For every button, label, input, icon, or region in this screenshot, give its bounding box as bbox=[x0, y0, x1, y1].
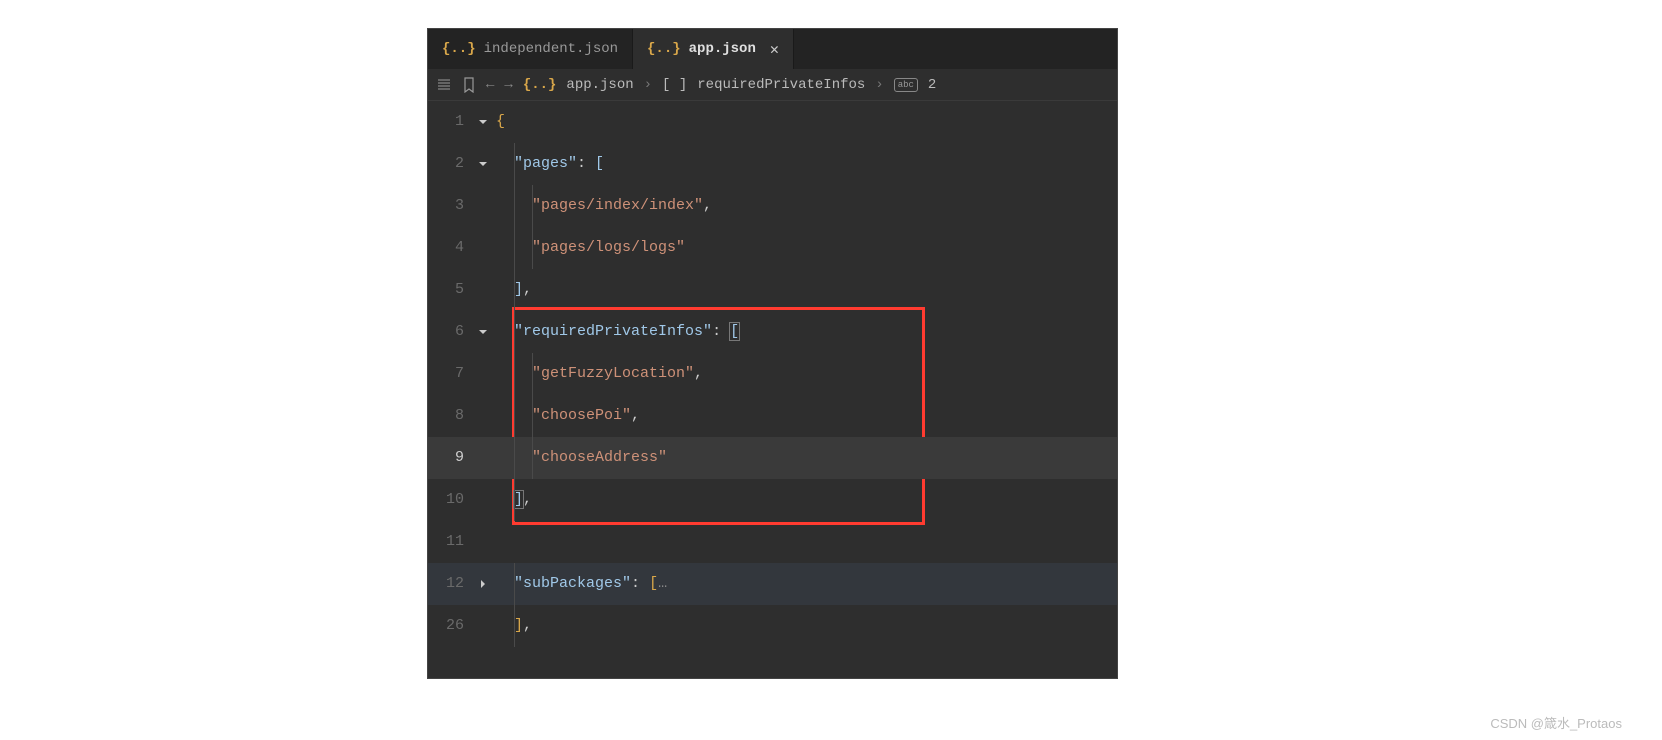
code-content: "pages/logs/logs" bbox=[496, 227, 685, 269]
fold-spacer bbox=[470, 269, 496, 311]
breadcrumb-array-icon: [ ] bbox=[662, 77, 687, 93]
tab-label: app.json bbox=[689, 41, 756, 57]
json-icon: {..} bbox=[647, 41, 681, 57]
tab-independent-json[interactable]: {..} independent.json bbox=[428, 29, 633, 69]
fold-spacer bbox=[470, 185, 496, 227]
line-number: 7 bbox=[428, 353, 470, 395]
tab-bar: {..} independent.json {..} app.json ✕ bbox=[428, 29, 1117, 69]
fold-expanded-icon[interactable] bbox=[470, 311, 496, 353]
line-number: 4 bbox=[428, 227, 470, 269]
fold-spacer bbox=[470, 437, 496, 479]
code-line[interactable]: 11 bbox=[428, 521, 1117, 563]
line-number: 10 bbox=[428, 479, 470, 521]
fold-expanded-icon[interactable] bbox=[470, 143, 496, 185]
bookmark-icon[interactable] bbox=[462, 77, 476, 93]
json-icon: {..} bbox=[523, 77, 557, 93]
fold-spacer bbox=[470, 227, 496, 269]
fold-spacer bbox=[470, 353, 496, 395]
fold-collapsed-icon[interactable] bbox=[470, 563, 496, 605]
code-content: "pages": [ bbox=[496, 143, 604, 185]
breadcrumb-segment[interactable]: requiredPrivateInfos bbox=[697, 77, 865, 93]
line-number: 11 bbox=[428, 521, 470, 563]
line-number: 12 bbox=[428, 563, 470, 605]
breadcrumb-segment[interactable]: 2 bbox=[928, 77, 936, 93]
nav-back-icon[interactable]: ← bbox=[486, 77, 494, 93]
chevron-right-icon: › bbox=[644, 77, 652, 93]
code-content: "subPackages": [… bbox=[496, 563, 667, 605]
code-line[interactable]: 5 ], bbox=[428, 269, 1117, 311]
code-line[interactable]: 12 "subPackages": [… bbox=[428, 563, 1117, 605]
code-content: { bbox=[496, 101, 505, 143]
line-number: 5 bbox=[428, 269, 470, 311]
chevron-right-icon: › bbox=[875, 77, 883, 93]
code-line[interactable]: 3 "pages/index/index", bbox=[428, 185, 1117, 227]
list-icon[interactable] bbox=[436, 77, 452, 93]
editor-window: {..} independent.json {..} app.json ✕ ← … bbox=[427, 28, 1118, 679]
line-number: 26 bbox=[428, 605, 470, 647]
code-line[interactable]: 1{ bbox=[428, 101, 1117, 143]
breadcrumb-file[interactable]: app.json bbox=[566, 77, 633, 93]
code-content: "getFuzzyLocation", bbox=[496, 353, 703, 395]
fold-spacer bbox=[470, 521, 496, 563]
line-number: 3 bbox=[428, 185, 470, 227]
code-line[interactable]: 8 "choosePoi", bbox=[428, 395, 1117, 437]
code-content: "pages/index/index", bbox=[496, 185, 712, 227]
breadcrumb: ← → {..} app.json › [ ] requiredPrivateI… bbox=[428, 69, 1117, 101]
line-number: 9 bbox=[428, 437, 470, 479]
code-editor[interactable]: 1{2 "pages": [3 "pages/index/index",4 "p… bbox=[428, 101, 1117, 647]
code-line[interactable]: 2 "pages": [ bbox=[428, 143, 1117, 185]
fold-expanded-icon[interactable] bbox=[470, 101, 496, 143]
close-icon[interactable]: ✕ bbox=[770, 40, 779, 59]
code-line[interactable]: 9 "chooseAddress" bbox=[428, 437, 1117, 479]
watermark: CSDN @箴水_Protaos bbox=[1490, 713, 1622, 732]
tab-label: independent.json bbox=[484, 41, 618, 57]
json-icon: {..} bbox=[442, 41, 476, 57]
line-number: 2 bbox=[428, 143, 470, 185]
fold-spacer bbox=[470, 605, 496, 647]
tab-app-json[interactable]: {..} app.json ✕ bbox=[633, 29, 794, 69]
nav-forward-icon[interactable]: → bbox=[504, 77, 512, 93]
code-line[interactable]: 6 "requiredPrivateInfos": [ bbox=[428, 311, 1117, 353]
code-line[interactable]: 26 ], bbox=[428, 605, 1117, 647]
code-line[interactable]: 7 "getFuzzyLocation", bbox=[428, 353, 1117, 395]
fold-spacer bbox=[470, 395, 496, 437]
abc-icon: abc bbox=[894, 78, 918, 92]
line-number: 8 bbox=[428, 395, 470, 437]
line-number: 1 bbox=[428, 101, 470, 143]
code-content: "chooseAddress" bbox=[496, 437, 667, 479]
code-content: "choosePoi", bbox=[496, 395, 640, 437]
code-content: "requiredPrivateInfos": [ bbox=[496, 311, 739, 353]
code-line[interactable]: 10 ], bbox=[428, 479, 1117, 521]
code-line[interactable]: 4 "pages/logs/logs" bbox=[428, 227, 1117, 269]
line-number: 6 bbox=[428, 311, 470, 353]
fold-spacer bbox=[470, 479, 496, 521]
